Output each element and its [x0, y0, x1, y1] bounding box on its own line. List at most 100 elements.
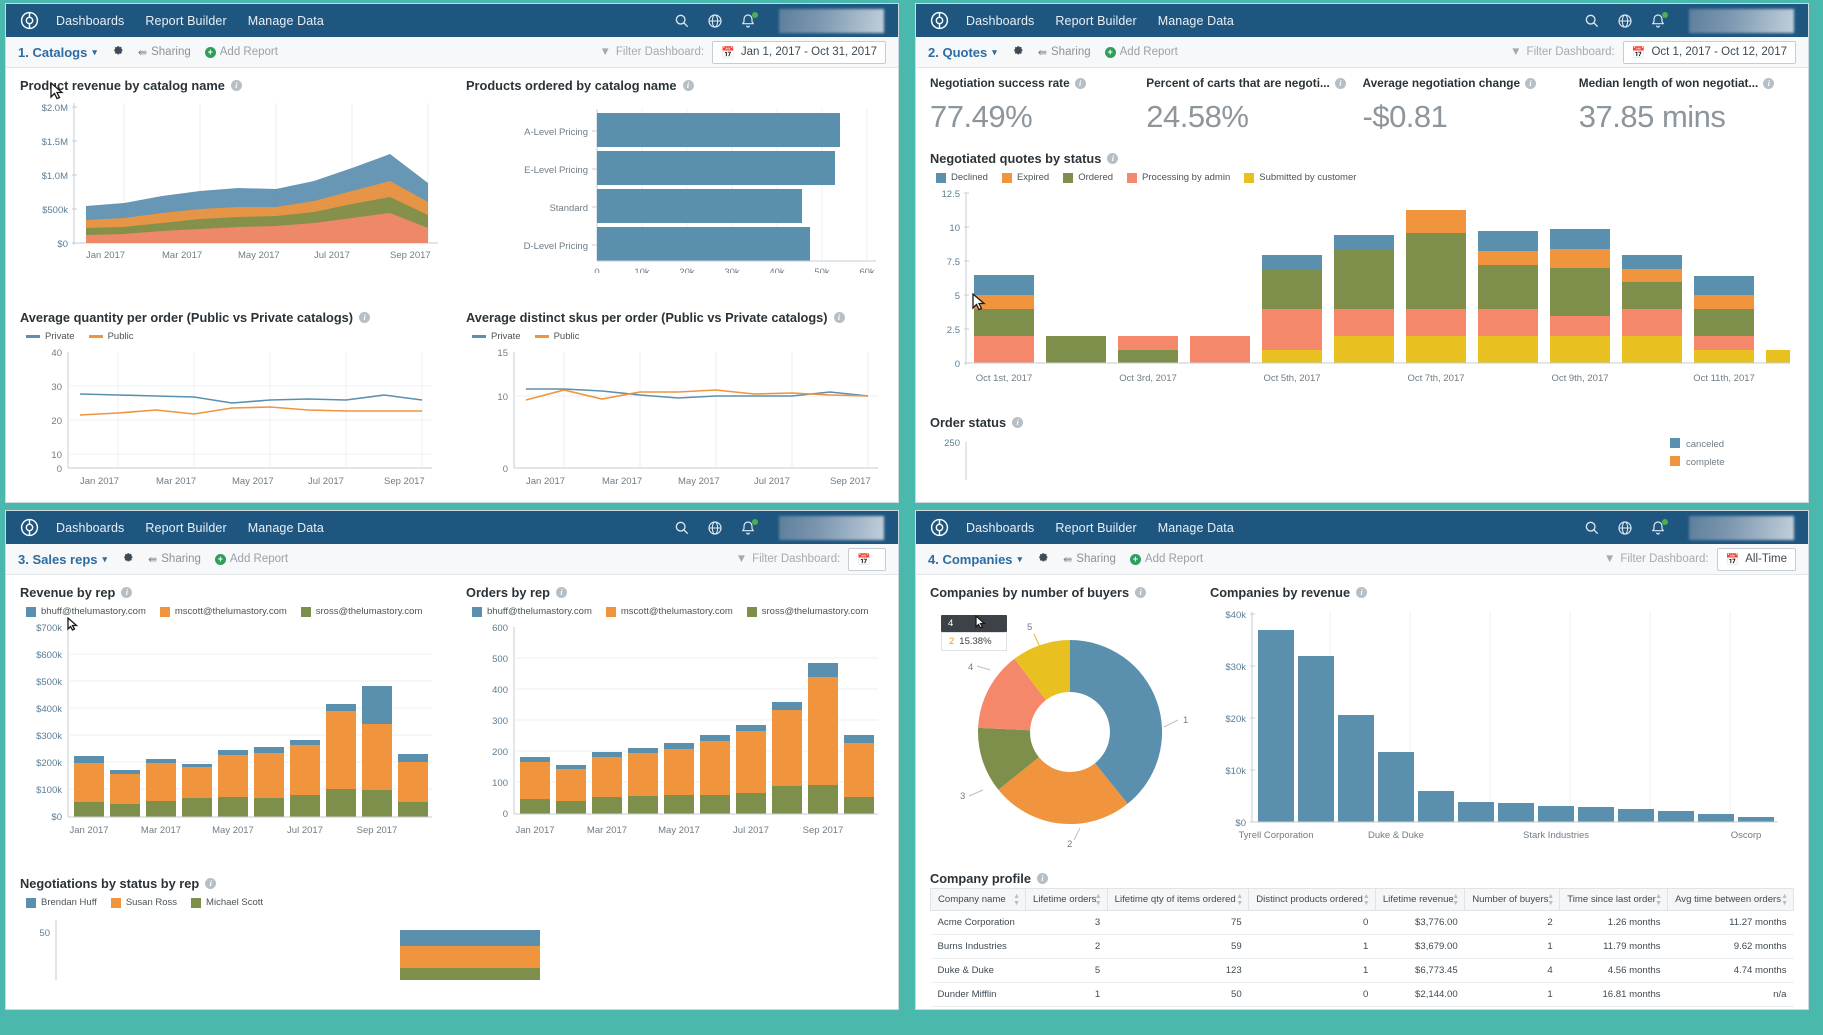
date-range-picker-catalogs[interactable]: 📅 Jan 1, 2017 - Oct 31, 2017	[712, 40, 886, 64]
sort-icon[interactable]: ▲ ▼	[1655, 893, 1662, 907]
column-header-distinct-products[interactable]: Distinct products ordered ▲ ▼	[1248, 888, 1376, 911]
add-report-button[interactable]: + Add Report	[204, 46, 278, 58]
date-range-picker-sales-reps[interactable]: 📅	[848, 547, 886, 571]
legend-item[interactable]: sross@thelumastory.com	[746, 606, 868, 617]
gear-icon[interactable]	[1011, 43, 1024, 61]
sort-icon[interactable]: ▲ ▼	[1013, 893, 1020, 907]
navlink-manage-data[interactable]: Manage Data	[1158, 521, 1234, 535]
legend-item[interactable]: Ordered	[1063, 172, 1113, 183]
gear-icon[interactable]	[111, 43, 124, 61]
info-icon[interactable]: i	[555, 587, 567, 598]
legend-item[interactable]: Brendan Huff	[26, 897, 97, 908]
column-header-lifetime-orders[interactable]: Lifetime orders ▲ ▼	[1025, 888, 1108, 911]
globe-icon[interactable]	[1617, 13, 1633, 29]
search-icon[interactable]	[1584, 13, 1600, 29]
info-icon[interactable]: i	[205, 878, 217, 889]
add-report-button[interactable]: + Add Report	[214, 553, 288, 565]
info-icon[interactable]: i	[1525, 77, 1537, 89]
info-icon[interactable]: i	[1107, 153, 1119, 164]
lifebuoy-logo-icon[interactable]	[930, 11, 949, 30]
table-row[interactable]: Acme Corporation 3 75 0 $3,776.00 2 1.26…	[930, 910, 1794, 935]
legend-item[interactable]: Expired	[1001, 172, 1049, 183]
legend-item[interactable]: bhuff@thelumastory.com	[472, 606, 592, 617]
dashboard-selector-quotes[interactable]: 2. Quotes ▾	[928, 45, 997, 60]
add-report-button[interactable]: + Add Report	[1104, 46, 1178, 58]
table-row[interactable]: Gringotts 15 432 0 $20,553.87 2 1.10 mon…	[930, 1006, 1794, 1009]
navlink-dashboards[interactable]: Dashboards	[966, 521, 1034, 535]
add-report-button[interactable]: + Add Report	[1129, 553, 1203, 565]
navlink-dashboards[interactable]: Dashboards	[56, 521, 124, 535]
gear-icon[interactable]	[121, 550, 134, 568]
info-icon[interactable]: i	[359, 312, 371, 323]
legend-item[interactable]: sross@thelumastory.com	[300, 606, 422, 617]
column-header-lifetime-qty[interactable]: Lifetime qty of items ordered ▲ ▼	[1106, 888, 1250, 911]
legend-item[interactable]: mscott@thelumastory.com	[605, 606, 733, 617]
sharing-button[interactable]: ⇚ Sharing	[138, 46, 191, 59]
column-header-lifetime-revenue[interactable]: Lifetime revenue ▲ ▼	[1374, 888, 1466, 911]
globe-icon[interactable]	[1617, 520, 1633, 536]
sort-icon[interactable]: ▲ ▼	[1452, 893, 1459, 907]
table-row[interactable]: Dunder Mifflin 1 50 0 $2,144.00 1 16.81 …	[930, 982, 1794, 1007]
gear-icon[interactable]	[1036, 550, 1049, 568]
sort-icon[interactable]: ▲ ▼	[1363, 893, 1370, 907]
info-icon[interactable]: i	[1135, 587, 1147, 598]
sharing-button[interactable]: ⇚ Sharing	[148, 553, 201, 566]
search-icon[interactable]	[674, 13, 690, 29]
legend-item[interactable]: Public	[88, 331, 133, 342]
legend-item[interactable]: Declined	[936, 172, 988, 183]
sort-icon[interactable]: ▲ ▼	[1781, 893, 1788, 907]
info-icon[interactable]: i	[121, 587, 133, 598]
legend-item[interactable]: Processing by admin	[1127, 172, 1230, 183]
navlink-dashboards[interactable]: Dashboards	[56, 14, 124, 28]
date-range-picker-quotes[interactable]: 📅 Oct 1, 2017 - Oct 12, 2017	[1622, 40, 1796, 64]
navlink-dashboards[interactable]: Dashboards	[966, 14, 1034, 28]
avatar[interactable]	[779, 515, 884, 540]
avatar[interactable]	[779, 8, 884, 33]
table-row[interactable]: Duke & Duke 5 123 1 $6,773.45 4 4.56 mon…	[930, 958, 1794, 983]
legend-item[interactable]: bhuff@thelumastory.com	[26, 606, 146, 617]
sharing-button[interactable]: ⇚ Sharing	[1063, 553, 1116, 566]
navlink-report-builder[interactable]: Report Builder	[145, 14, 226, 28]
sort-icon[interactable]: ▲ ▼	[1236, 893, 1243, 907]
legend-item[interactable]: Michael Scott	[191, 897, 263, 908]
date-range-picker-companies[interactable]: 📅 All-Time	[1716, 547, 1796, 571]
legend-item[interactable]: Susan Ross	[110, 897, 177, 908]
dashboard-selector-catalogs[interactable]: 1. Catalogs ▾	[18, 45, 97, 60]
globe-icon[interactable]	[707, 520, 723, 536]
search-icon[interactable]	[1584, 520, 1600, 536]
navlink-manage-data[interactable]: Manage Data	[248, 521, 324, 535]
table-row[interactable]: Burns Industries 2 59 1 $3,679.00 1 11.7…	[930, 934, 1794, 959]
sort-icon[interactable]: ▲ ▼	[1095, 893, 1102, 907]
search-icon[interactable]	[674, 520, 690, 536]
navlink-manage-data[interactable]: Manage Data	[1158, 14, 1234, 28]
legend-item[interactable]: Public	[534, 331, 579, 342]
avatar[interactable]	[1689, 8, 1794, 33]
dashboard-selector-sales-reps[interactable]: 3. Sales reps ▾	[18, 552, 107, 567]
legend-item[interactable]: Private	[472, 331, 521, 342]
navlink-report-builder[interactable]: Report Builder	[145, 521, 226, 535]
bell-icon[interactable]	[740, 518, 758, 536]
bell-icon[interactable]	[740, 11, 758, 29]
info-icon[interactable]: i	[1356, 587, 1368, 598]
info-icon[interactable]: i	[1036, 873, 1048, 884]
navlink-report-builder[interactable]: Report Builder	[1055, 14, 1136, 28]
column-header-number-of-buyers[interactable]: Number of buyers ▲ ▼	[1464, 888, 1561, 911]
column-header-avg-time-between-orders[interactable]: Avg time between orders ▲ ▼	[1667, 888, 1794, 911]
column-header-company-name[interactable]: Company name ▲ ▼	[929, 888, 1027, 911]
navlink-report-builder[interactable]: Report Builder	[1055, 521, 1136, 535]
legend-item[interactable]: Private	[26, 331, 75, 342]
avatar[interactable]	[1689, 515, 1794, 540]
info-icon[interactable]: i	[1074, 77, 1086, 89]
bell-icon[interactable]	[1650, 518, 1668, 536]
lifebuoy-logo-icon[interactable]	[20, 11, 39, 30]
sharing-button[interactable]: ⇚ Sharing	[1038, 46, 1091, 59]
legend-item[interactable]: Submitted by customer	[1244, 172, 1356, 183]
info-icon[interactable]: i	[833, 312, 845, 323]
sort-icon[interactable]: ▲ ▼	[1547, 893, 1554, 907]
dashboard-selector-companies[interactable]: 4. Companies ▾	[928, 552, 1022, 567]
bell-icon[interactable]	[1650, 11, 1668, 29]
info-icon[interactable]: i	[682, 80, 694, 91]
navlink-manage-data[interactable]: Manage Data	[248, 14, 324, 28]
globe-icon[interactable]	[707, 13, 723, 29]
info-icon[interactable]: i	[230, 80, 242, 91]
